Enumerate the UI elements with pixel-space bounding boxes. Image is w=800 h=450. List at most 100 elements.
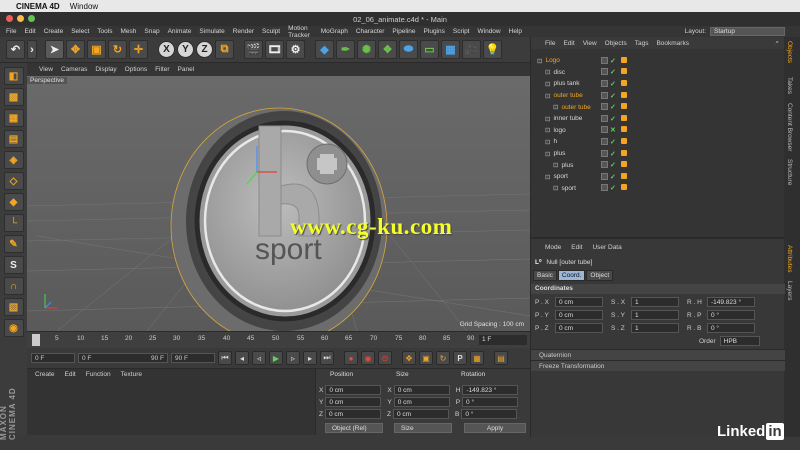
axis-mode-icon[interactable]: └ [3,214,24,232]
apply-button[interactable]: Apply [464,423,526,433]
object-visibility-tags[interactable]: ✓ [601,68,627,76]
tag-icon[interactable] [620,161,627,168]
menu-plugins[interactable]: Plugins [424,28,445,35]
tag-icon[interactable] [620,184,627,191]
object-visibility-tags[interactable]: ✓ [601,161,627,169]
layer-box-icon[interactable] [601,172,608,180]
vp-menu-options[interactable]: Options [125,66,147,73]
enabled-check-icon[interactable]: ✓ [610,92,616,100]
end-frame-field[interactable]: 90 F [171,353,215,363]
light-bulb-icon[interactable]: 💡 [483,40,502,59]
object-row[interactable]: ⊡ plus ✓ [531,159,785,171]
workplane-lock-icon[interactable]: ▧ [3,298,24,316]
render-settings-icon[interactable]: ⚙ [286,40,305,59]
play-icon[interactable]: ▶ [269,351,283,365]
perspective-viewport[interactable]: sport Perspective Grid Spacing : 100 cm … [27,76,530,331]
tab-coord[interactable]: Coord. [557,270,586,281]
tag-icon[interactable] [620,56,627,63]
app-menu[interactable]: CINEMA 4D [16,2,60,11]
soft-selection-icon[interactable]: ◉ [3,319,24,337]
redo-icon[interactable]: › [27,40,37,59]
object-name[interactable]: h [553,138,557,145]
object-visibility-tags[interactable]: ✓ [601,114,627,123]
workplane-icon[interactable]: ▤ [3,130,24,148]
next-frame-icon[interactable]: ▹ [286,351,300,365]
attr-sx-field[interactable]: 1 [631,297,679,307]
coordinate-system-icon[interactable]: ⧉ [215,40,234,59]
tag-icon[interactable] [620,91,627,98]
coord-pos-x[interactable]: 0 cm [325,385,382,395]
layer-box-icon[interactable] [601,91,608,99]
range-end-field[interactable]: 90 F [151,354,164,362]
tab-layers[interactable]: Layers [786,281,793,301]
coord-rot-p[interactable]: 0 ° [462,397,519,407]
obj-menu-objects[interactable]: Objects [605,40,627,47]
freeze-transformation-section[interactable]: Freeze Transformation [531,360,785,371]
object-name[interactable]: outer tube [553,92,582,99]
texture-mode-icon[interactable]: ▦ [3,109,24,127]
tag-icon[interactable] [620,79,627,86]
layer-box-icon[interactable] [601,137,608,145]
grid-scene-icon[interactable]: ▦ [441,40,460,59]
object-visibility-tags[interactable]: ✕ [601,126,627,134]
object-row[interactable]: ⊡ sport ✓ [531,183,785,195]
coord-rot-h[interactable]: -149.823 ° [462,385,519,395]
object-name[interactable]: logo [553,127,565,134]
maximize-icon[interactable] [28,15,35,22]
previous-frame-icon[interactable]: ◃ [252,351,266,365]
z-axis-lock-icon[interactable]: Z [196,41,213,58]
coord-size-mode-dropdown[interactable]: Size [394,423,452,433]
object-name[interactable]: plus tank [553,80,579,87]
tab-structure[interactable]: Structure [786,159,793,185]
coord-size-z[interactable]: 0 cm [392,409,449,419]
vp-menu-panel[interactable]: Panel [178,66,195,73]
tab-content-browser[interactable]: Content Browser [786,103,793,151]
render-picture-viewer-icon[interactable]: 🎞 [265,40,284,59]
obj-menu-tags[interactable]: Tags [635,40,649,47]
vp-menu-view[interactable]: View [39,66,53,73]
menu-create[interactable]: Create [44,28,64,35]
menu-select[interactable]: Select [71,28,89,35]
record-scale-icon[interactable]: ▣ [419,351,433,365]
tag-icon[interactable] [620,126,627,133]
menu-snap[interactable]: Snap [144,28,159,35]
enabled-check-icon[interactable]: ✓ [610,150,616,158]
tab-attributes[interactable]: Attributes [786,245,793,272]
record-position-icon[interactable]: ✥ [402,351,416,365]
object-name[interactable]: sport [553,173,567,180]
go-to-start-icon[interactable]: ⏮ [218,351,232,365]
object-visibility-tags[interactable]: ✓ [601,91,627,100]
object-row[interactable]: ⊡ outer tube ✓ [531,90,785,102]
point-level-animation-icon[interactable]: ▦ [470,351,484,365]
attr-sy-field[interactable]: 1 [631,310,679,320]
object-row[interactable]: ⊡ sport ✓ [531,171,785,183]
minimize-icon[interactable] [17,15,24,22]
object-row[interactable]: ⊡ Logo ✓ [531,55,785,67]
mat-menu-create[interactable]: Create [35,371,55,378]
attr-rp-field[interactable]: 0 ° [707,310,755,320]
undo-icon[interactable]: ↶ [6,40,25,59]
attr-menu-mode[interactable]: Mode [545,244,561,251]
layer-box-icon[interactable] [601,103,608,111]
tag-icon[interactable] [620,103,627,110]
h-letter-shape[interactable] [258,125,282,237]
object-row[interactable]: ⊡ plus tank ✓ [531,78,785,90]
coord-pos-y[interactable]: 0 cm [325,397,382,407]
coordinates-section-header[interactable]: Coordinates [531,284,785,294]
object-visibility-tags[interactable]: ✓ [601,103,627,111]
attr-order-select[interactable]: HPB [719,336,760,346]
scale-tool-icon[interactable]: ▣ [87,40,106,59]
floor-icon[interactable]: ▭ [420,40,439,59]
attr-pz-field[interactable]: 0 cm [555,323,603,333]
tab-object[interactable]: Object [586,270,614,281]
object-row[interactable]: ⊡ disc ✓ [531,67,785,79]
obj-menu-file[interactable]: File [545,40,555,47]
start-frame-field[interactable]: 0 F [31,353,75,363]
previous-key-icon[interactable]: ◂ [235,351,249,365]
menu-edit[interactable]: Edit [24,28,35,35]
menu-file[interactable]: File [6,28,16,35]
vp-menu-filter[interactable]: Filter [155,66,169,73]
rotate-tool-icon[interactable]: ↻ [108,40,127,59]
array-icon[interactable]: ❖ [378,40,397,59]
coord-mode-dropdown[interactable]: Object (Rel) [325,423,383,433]
